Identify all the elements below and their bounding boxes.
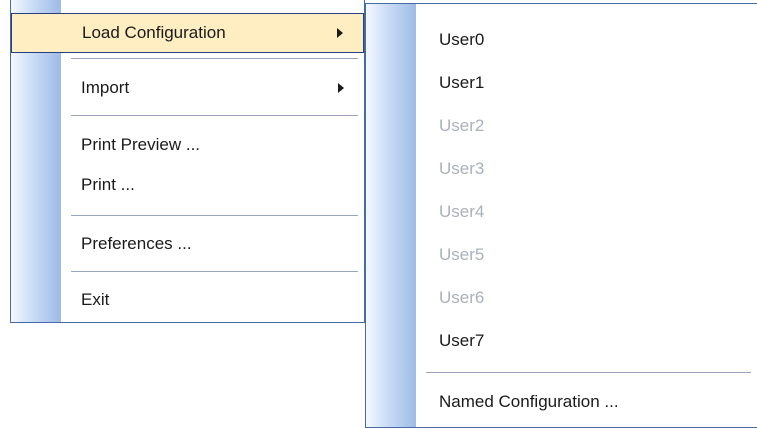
submenu-arrow-icon	[338, 83, 344, 93]
menu-item-exit[interactable]: Exit	[11, 280, 364, 320]
load-configuration-submenu: User0 User1 User2 User3 User4 User5 User…	[365, 3, 757, 428]
menu-item-label: Import	[81, 78, 130, 97]
menu-item-label: Named Configuration ...	[439, 392, 619, 411]
menu-item-label: Exit	[81, 290, 110, 309]
submenu-item-user2: User2	[366, 106, 757, 146]
submenu-item-user4: User4	[366, 192, 757, 232]
menu-item-print-preview[interactable]: Print Preview ...	[11, 125, 364, 165]
menu-separator	[71, 215, 358, 216]
menu-item-print[interactable]: Print ...	[11, 165, 364, 205]
menu-item-load-configuration[interactable]: Load Configuration	[11, 13, 364, 53]
menu-item-label: User1	[439, 73, 485, 92]
submenu-item-user5: User5	[366, 235, 757, 275]
menu-item-label: User7	[439, 331, 485, 350]
menu-item-label: Load Configuration	[82, 23, 226, 42]
menu-item-label: Print ...	[81, 175, 135, 194]
menu-item-import[interactable]: Import	[11, 68, 364, 108]
menu-separator	[426, 372, 751, 373]
submenu-arrow-icon	[337, 28, 343, 38]
menu-separator	[71, 58, 358, 59]
submenu-item-user0[interactable]: User0	[366, 20, 757, 60]
menu-item-preferences[interactable]: Preferences ...	[11, 224, 364, 264]
main-menu: Load Configuration Import Print Preview …	[10, 0, 365, 323]
menu-item-label: User2	[439, 116, 485, 135]
menu-item-label: User4	[439, 202, 485, 221]
submenu-item-named-configuration[interactable]: Named Configuration ...	[366, 382, 757, 422]
menu-separator	[71, 271, 358, 272]
menu-item-label: Preferences ...	[81, 234, 192, 253]
menu-separator	[71, 115, 358, 116]
menu-item-label: User3	[439, 159, 485, 178]
submenu-item-user6: User6	[366, 278, 757, 318]
submenu-item-user3: User3	[366, 149, 757, 189]
submenu-item-user7[interactable]: User7	[366, 321, 757, 361]
submenu-item-user1[interactable]: User1	[366, 63, 757, 103]
menu-item-label: User6	[439, 288, 485, 307]
menu-item-label: User5	[439, 245, 485, 264]
menu-item-label: User0	[439, 30, 485, 49]
menu-item-label: Print Preview ...	[81, 135, 201, 154]
